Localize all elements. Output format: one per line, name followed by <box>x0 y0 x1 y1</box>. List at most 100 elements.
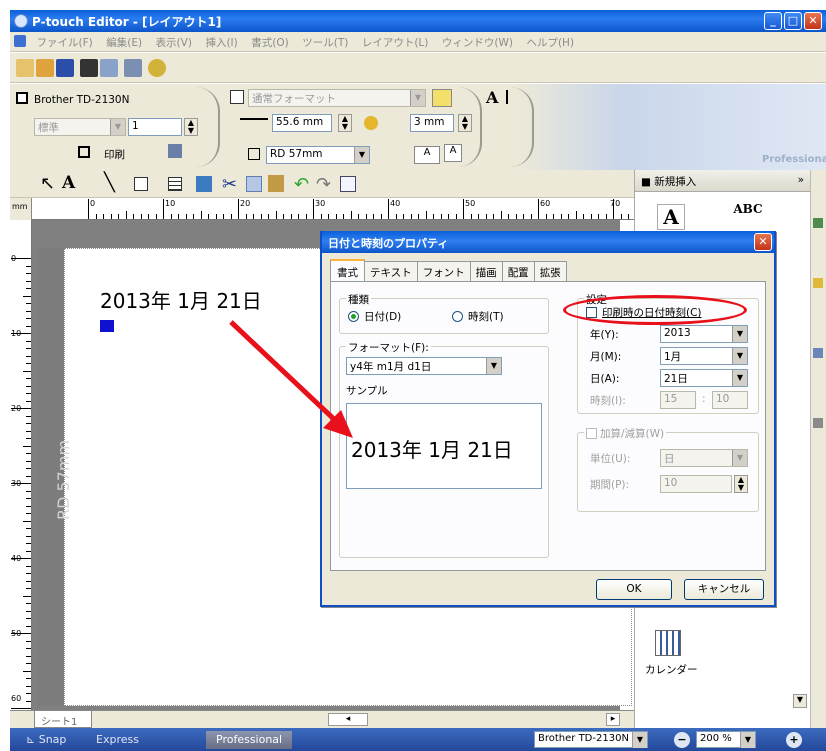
length-field[interactable]: 55.6 mm <box>272 114 332 132</box>
vruler-tick <box>26 580 31 582</box>
ruler-tick <box>245 214 247 219</box>
ruler-tick <box>380 214 382 219</box>
day-select[interactable]: 21日 ▼ <box>660 369 748 387</box>
maximize-button[interactable]: □ <box>784 12 802 30</box>
professional-mode-tab[interactable]: Professional <box>206 731 293 749</box>
panel-scroll-down[interactable]: ▼ <box>793 694 807 708</box>
side-icon-3[interactable] <box>813 348 823 358</box>
menu-view[interactable]: 表示(V) <box>151 32 197 53</box>
line-tool-icon[interactable]: ╲ <box>104 172 115 193</box>
minimize-button[interactable]: _ <box>764 12 782 30</box>
copies-field[interactable]: 1 <box>128 118 182 136</box>
zoom-in-button[interactable]: + <box>786 732 802 748</box>
menu-edit[interactable]: 編集(E) <box>101 32 147 53</box>
text-tool-icon[interactable]: A <box>62 173 75 193</box>
format-select[interactable]: 通常フォーマット ▼ <box>248 89 426 107</box>
close-button[interactable]: ✕ <box>804 12 822 30</box>
vruler-tick <box>26 618 31 619</box>
rect-tool-icon[interactable] <box>134 177 148 191</box>
print-icon[interactable] <box>80 59 98 77</box>
snap-mode-tab[interactable]: ⊾ Snap <box>16 731 76 749</box>
edition-brand: Professional <box>762 154 826 165</box>
horizontal-scroll-right[interactable]: ▸ <box>606 713 620 726</box>
period-field[interactable]: 10 <box>660 475 732 493</box>
zoom-select[interactable]: 200 % ▼ <box>696 731 756 748</box>
dialog-close-button[interactable]: ✕ <box>754 233 772 251</box>
side-icon-2[interactable] <box>813 278 823 288</box>
express-mode-tab[interactable]: Express <box>86 731 149 749</box>
text-insert-icon[interactable]: A <box>657 204 685 230</box>
arttext-insert-icon[interactable]: ABC <box>731 202 765 228</box>
tab-font[interactable]: フォント <box>416 261 471 283</box>
zoom-out-button[interactable]: − <box>674 732 690 748</box>
format-select[interactable]: y4年 m1月 d1日 ▼ <box>346 357 502 375</box>
open-icon[interactable] <box>36 59 54 77</box>
side-icon-1[interactable] <box>813 218 823 228</box>
save-icon[interactable] <box>56 59 74 77</box>
font-icon[interactable]: A <box>486 88 498 107</box>
ruler-tick <box>425 211 427 219</box>
ruler-tick <box>358 214 359 219</box>
preview-icon[interactable] <box>100 59 118 77</box>
text-fit-icon[interactable]: A <box>414 146 440 164</box>
menu-help[interactable]: ヘルプ(H) <box>521 32 579 53</box>
period-spinner[interactable]: ▲ ▼ <box>734 475 748 493</box>
calendar-label[interactable]: カレンダー <box>645 662 698 677</box>
margin-field[interactable]: 3 mm <box>410 114 454 132</box>
auto-length-icon[interactable] <box>364 116 378 130</box>
minute-field[interactable]: 10 <box>712 391 748 409</box>
ruler-tick <box>583 214 584 219</box>
cancel-button[interactable]: キャンセル <box>684 579 764 600</box>
object-properties-icon[interactable] <box>340 176 356 192</box>
menu-insert[interactable]: 挿入(I) <box>200 32 242 53</box>
date-radio-label[interactable]: 日付(D) <box>364 309 401 324</box>
print-button[interactable]: 印刷 <box>104 147 125 162</box>
status-printer-select[interactable]: Brother TD-2130N ▼ <box>534 731 648 748</box>
panel-expand-icon[interactable]: » <box>798 174 804 186</box>
menu-format[interactable]: 書式(O) <box>246 32 293 53</box>
tape-select[interactable]: RD 57mm ▼ <box>266 146 370 164</box>
tab-position[interactable]: 配置 <box>501 261 535 283</box>
tab-text[interactable]: テキスト <box>364 261 418 283</box>
frame-icon[interactable] <box>432 89 452 107</box>
tab-draw[interactable]: 描画 <box>469 261 503 283</box>
image-tool-icon[interactable] <box>196 176 212 192</box>
select-tool-icon[interactable]: ↖ <box>40 173 55 194</box>
quality-select[interactable]: 標準 ▼ <box>34 118 126 136</box>
table-tool-icon[interactable] <box>168 177 182 191</box>
date-object[interactable]: 2013年 1月 21日 <box>100 285 262 314</box>
undo-icon[interactable]: ↶ <box>294 174 309 195</box>
time-radio-label[interactable]: 時刻(T) <box>468 309 504 324</box>
vruler-tick <box>26 348 31 349</box>
length-spinner[interactable]: ▲ ▼ <box>338 114 352 132</box>
ok-button[interactable]: OK <box>596 579 672 600</box>
menu-layout[interactable]: レイアウト(L) <box>357 32 434 53</box>
paste-icon[interactable] <box>268 175 284 192</box>
sheet-tab[interactable]: シート1 <box>34 711 92 728</box>
calendar-icon[interactable] <box>655 630 681 656</box>
database-icon[interactable] <box>124 59 142 77</box>
print-options-icon[interactable] <box>168 144 182 158</box>
cut-icon[interactable]: ✂ <box>222 174 237 195</box>
ruler-tick <box>410 214 412 219</box>
hour-field[interactable]: 15 <box>660 391 696 409</box>
menu-tools[interactable]: ツール(T) <box>297 32 353 53</box>
copy-icon[interactable] <box>246 176 262 192</box>
menu-file[interactable]: ファイル(F) <box>32 32 98 53</box>
redo-icon[interactable]: ↷ <box>316 174 331 195</box>
addsub-checkbox[interactable] <box>586 428 597 439</box>
wizard-icon[interactable] <box>148 59 166 77</box>
date-radio[interactable] <box>348 311 359 322</box>
vruler-tick <box>26 318 31 319</box>
menu-window[interactable]: ウィンドウ(W) <box>437 32 518 53</box>
month-select[interactable]: 1月 ▼ <box>660 347 748 365</box>
unit-select[interactable]: 日 ▼ <box>660 449 748 467</box>
tab-extend[interactable]: 拡張 <box>533 261 567 283</box>
time-radio[interactable] <box>452 311 463 322</box>
horizontal-scroll-left[interactable]: ◂ <box>328 713 368 726</box>
vruler-tick <box>26 648 31 649</box>
printer-icon <box>16 92 28 104</box>
new-icon[interactable] <box>16 59 34 77</box>
side-icon-4[interactable] <box>813 418 823 428</box>
year-select[interactable]: 2013 ▼ <box>660 325 748 343</box>
